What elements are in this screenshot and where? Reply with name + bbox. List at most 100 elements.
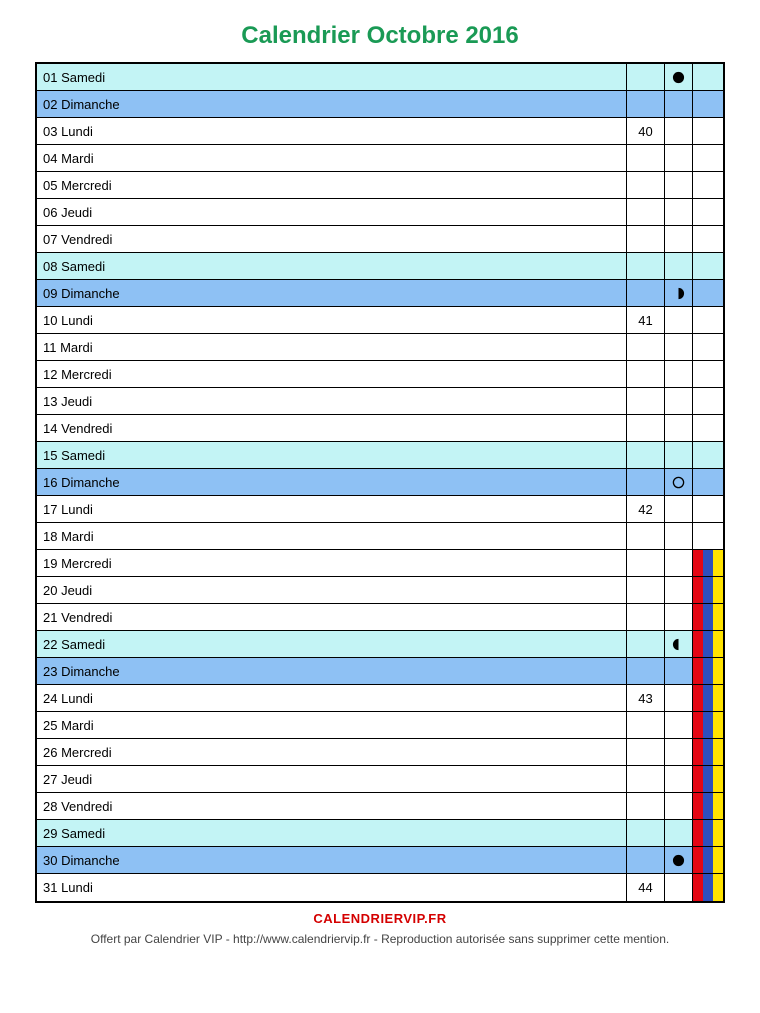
zone-b bbox=[703, 199, 713, 225]
zone-c bbox=[713, 469, 723, 495]
day-label: 08 Samedi bbox=[37, 253, 627, 279]
holiday-zones bbox=[693, 91, 723, 117]
zone-c bbox=[713, 91, 723, 117]
calendar-row: 08 Samedi bbox=[37, 253, 723, 280]
week-number bbox=[627, 334, 665, 360]
day-label: 01 Samedi bbox=[37, 64, 627, 90]
calendar-page: Calendrier Octobre 2016 01 Samedi02 Dima… bbox=[0, 0, 760, 966]
moon-phase-icon bbox=[665, 361, 693, 387]
calendar-row: 23 Dimanche bbox=[37, 658, 723, 685]
zone-a bbox=[693, 685, 703, 711]
moon-phase-icon bbox=[665, 685, 693, 711]
zone-a bbox=[693, 307, 703, 333]
zone-b bbox=[703, 280, 713, 306]
calendar-row: 26 Mercredi bbox=[37, 739, 723, 766]
zone-c bbox=[713, 361, 723, 387]
week-number bbox=[627, 577, 665, 603]
day-label: 12 Mercredi bbox=[37, 361, 627, 387]
day-label: 09 Dimanche bbox=[37, 280, 627, 306]
zone-a bbox=[693, 226, 703, 252]
holiday-zones bbox=[693, 847, 723, 873]
day-label: 29 Samedi bbox=[37, 820, 627, 846]
holiday-zones bbox=[693, 334, 723, 360]
calendar-row: 10 Lundi41 bbox=[37, 307, 723, 334]
day-label: 24 Lundi bbox=[37, 685, 627, 711]
zone-a bbox=[693, 496, 703, 522]
day-label: 20 Jeudi bbox=[37, 577, 627, 603]
zone-b bbox=[703, 793, 713, 819]
week-number bbox=[627, 847, 665, 873]
zone-c bbox=[713, 415, 723, 441]
day-label: 26 Mercredi bbox=[37, 739, 627, 765]
zone-c bbox=[713, 766, 723, 792]
calendar-row: 16 Dimanche bbox=[37, 469, 723, 496]
day-label: 30 Dimanche bbox=[37, 847, 627, 873]
calendar-row: 20 Jeudi bbox=[37, 577, 723, 604]
zone-c bbox=[713, 685, 723, 711]
calendar-row: 13 Jeudi bbox=[37, 388, 723, 415]
moon-phase-icon bbox=[665, 793, 693, 819]
zone-c bbox=[713, 712, 723, 738]
zone-a bbox=[693, 334, 703, 360]
calendar-row: 14 Vendredi bbox=[37, 415, 723, 442]
zone-b bbox=[703, 847, 713, 873]
zone-b bbox=[703, 874, 713, 901]
week-number: 40 bbox=[627, 118, 665, 144]
day-label: 19 Mercredi bbox=[37, 550, 627, 576]
zone-c bbox=[713, 388, 723, 414]
week-number bbox=[627, 145, 665, 171]
moon-phase-icon bbox=[665, 145, 693, 171]
zone-c bbox=[713, 280, 723, 306]
week-number bbox=[627, 604, 665, 630]
day-label: 06 Jeudi bbox=[37, 199, 627, 225]
zone-b bbox=[703, 307, 713, 333]
zone-b bbox=[703, 631, 713, 657]
zone-b bbox=[703, 64, 713, 90]
calendar-row: 11 Mardi bbox=[37, 334, 723, 361]
zone-a bbox=[693, 658, 703, 684]
zone-c bbox=[713, 199, 723, 225]
calendar-row: 09 Dimanche bbox=[37, 280, 723, 307]
day-label: 22 Samedi bbox=[37, 631, 627, 657]
calendar-row: 18 Mardi bbox=[37, 523, 723, 550]
day-label: 23 Dimanche bbox=[37, 658, 627, 684]
calendar-row: 07 Vendredi bbox=[37, 226, 723, 253]
day-label: 03 Lundi bbox=[37, 118, 627, 144]
holiday-zones bbox=[693, 442, 723, 468]
moon-phase-icon bbox=[665, 172, 693, 198]
holiday-zones bbox=[693, 253, 723, 279]
day-label: 11 Mardi bbox=[37, 334, 627, 360]
zone-b bbox=[703, 550, 713, 576]
zone-c bbox=[713, 577, 723, 603]
zone-b bbox=[703, 253, 713, 279]
zone-b bbox=[703, 415, 713, 441]
holiday-zones bbox=[693, 712, 723, 738]
zone-c bbox=[713, 847, 723, 873]
zone-b bbox=[703, 739, 713, 765]
holiday-zones bbox=[693, 199, 723, 225]
moon-phase-icon bbox=[665, 496, 693, 522]
zone-a bbox=[693, 442, 703, 468]
calendar-row: 19 Mercredi bbox=[37, 550, 723, 577]
week-number bbox=[627, 280, 665, 306]
zone-a bbox=[693, 172, 703, 198]
zone-a bbox=[693, 415, 703, 441]
holiday-zones bbox=[693, 64, 723, 90]
calendar-row: 22 Samedi bbox=[37, 631, 723, 658]
holiday-zones bbox=[693, 523, 723, 549]
moon-phase-icon bbox=[665, 253, 693, 279]
zone-b bbox=[703, 712, 713, 738]
zone-b bbox=[703, 820, 713, 846]
zone-c bbox=[713, 172, 723, 198]
moon-phase-icon bbox=[665, 307, 693, 333]
site-link: CALENDRIERVIP.FR bbox=[35, 911, 725, 926]
moon-phase-icon bbox=[665, 820, 693, 846]
calendar-table: 01 Samedi02 Dimanche03 Lundi4004 Mardi05… bbox=[35, 62, 725, 903]
zone-c bbox=[713, 118, 723, 144]
day-label: 17 Lundi bbox=[37, 496, 627, 522]
holiday-zones bbox=[693, 226, 723, 252]
zone-b bbox=[703, 496, 713, 522]
week-number: 44 bbox=[627, 874, 665, 901]
moon-phase-icon bbox=[665, 334, 693, 360]
moon-phase-icon bbox=[665, 415, 693, 441]
